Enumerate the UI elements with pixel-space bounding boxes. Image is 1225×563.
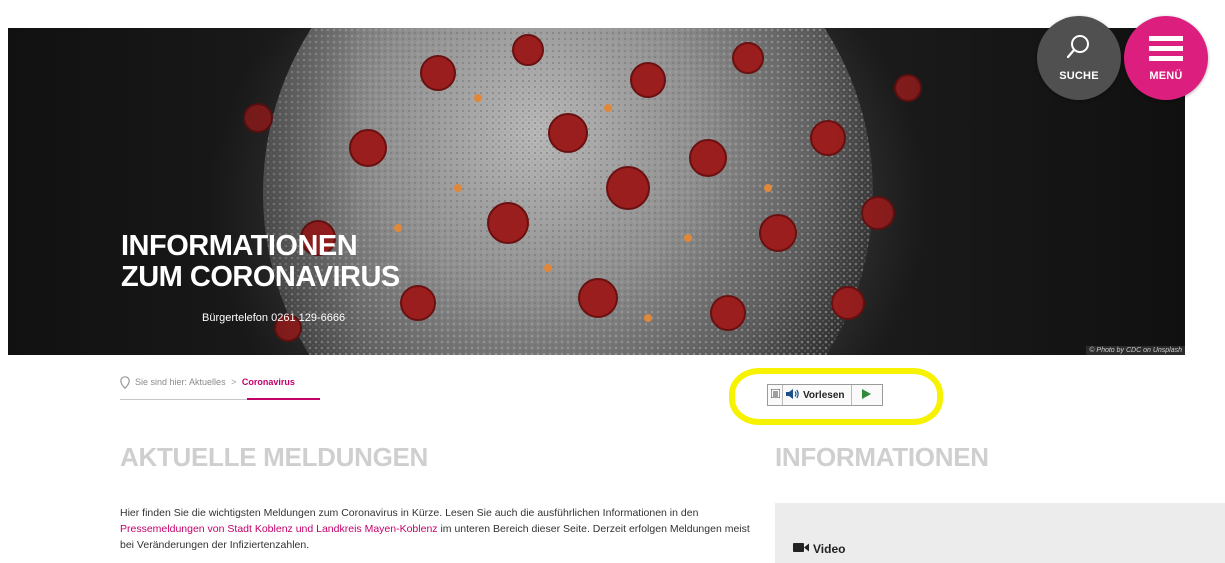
page-title-line-1: INFORMATIONEN [121, 230, 358, 262]
list-icon [770, 388, 780, 401]
search-button[interactable]: SUCHE [1037, 16, 1121, 100]
read-aloud-button[interactable]: Vorlesen [783, 385, 851, 405]
page-title: INFORMATIONEN ZUM CORONAVIRUS [121, 231, 400, 293]
search-icon [1037, 34, 1121, 67]
intro-text: Hier finden Sie die wichtigsten Meldunge… [120, 505, 760, 553]
section-heading-news: AKTUELLE MELDUNGEN [120, 442, 429, 472]
breadcrumb-prefix: Sie sind hier: [135, 377, 188, 387]
breadcrumb-trail: Sie sind hier: Aktuelles > Coronavirus [135, 377, 295, 387]
video-heading[interactable]: Video [793, 542, 845, 556]
intro-text-part-1: Hier finden Sie die wichtigsten Meldunge… [120, 507, 699, 519]
info-box: Video [775, 503, 1225, 563]
play-button[interactable] [850, 385, 882, 405]
press-releases-link[interactable]: Pressemeldungen von Stadt Koblenz und La… [120, 523, 438, 535]
breadcrumb: Sie sind hier: Aktuelles > Coronavirus [120, 372, 320, 400]
read-aloud-label: Vorlesen [803, 389, 845, 401]
breadcrumb-link-aktuelles[interactable]: Aktuelles [189, 377, 226, 387]
search-label: SUCHE [1059, 70, 1099, 82]
breadcrumb-current: Coronavirus [241, 377, 295, 387]
play-icon [862, 388, 871, 402]
hero-shade [8, 28, 1185, 355]
hamburger-icon [1124, 34, 1208, 67]
read-aloud-widget: Vorlesen [767, 384, 883, 406]
location-pin-icon [120, 376, 130, 391]
section-heading-information: INFORMATIONEN [775, 442, 989, 472]
video-camera-icon [793, 542, 809, 556]
read-aloud-settings-button[interactable] [768, 385, 783, 405]
menu-button[interactable]: MENÜ [1124, 16, 1208, 100]
video-label: Video [813, 542, 846, 556]
speaker-icon [786, 388, 800, 402]
breadcrumb-active-underline [247, 398, 320, 400]
hero-banner: INFORMATIONEN ZUM CORONAVIRUS Bürgertele… [8, 28, 1185, 355]
page-title-line-2: ZUM CORONAVIRUS [121, 261, 400, 293]
photo-credit: © Photo by CDC on Unsplash [1086, 346, 1185, 355]
breadcrumb-separator: > [231, 377, 237, 387]
citizen-phone: Bürgertelefon 0261 129-6666 [202, 312, 346, 324]
menu-label: MENÜ [1149, 70, 1183, 82]
